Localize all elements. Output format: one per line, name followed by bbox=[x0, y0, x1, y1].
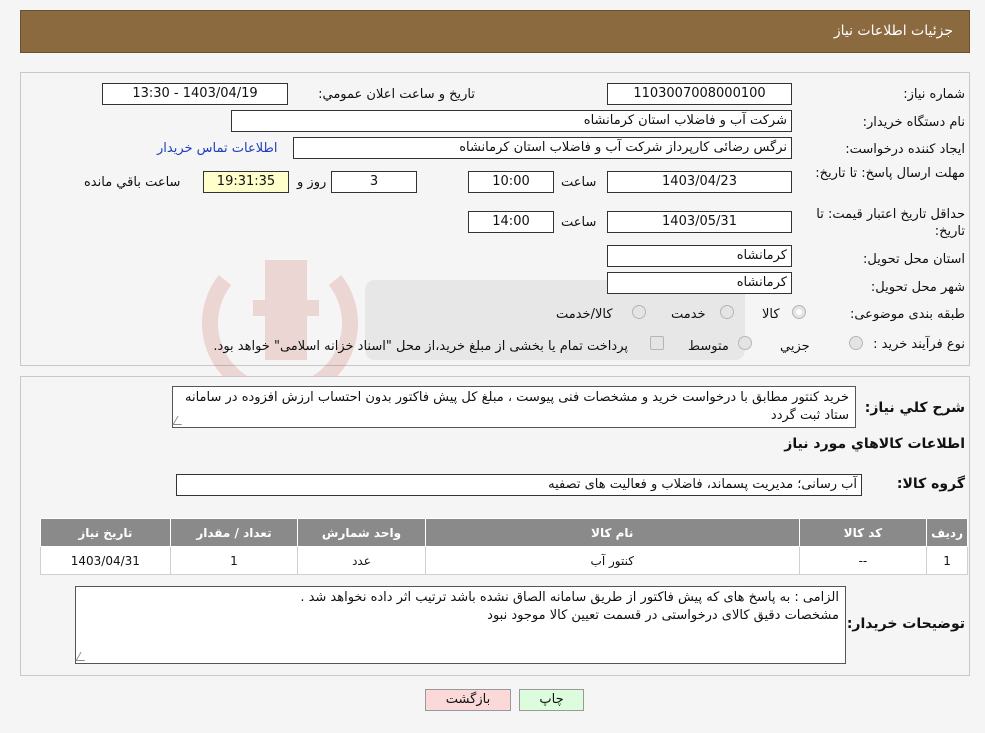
table-header-row: رديف کد کالا نام کالا واحد شمارش تعداد /… bbox=[40, 518, 968, 547]
remaining-time-label: ساعت باقي مانده bbox=[84, 175, 181, 190]
summary-label: شرح کلي نياز: bbox=[864, 400, 965, 416]
resize-grip-icon[interactable] bbox=[172, 416, 187, 425]
deadline-date-field: 1403/04/23 bbox=[607, 171, 792, 193]
category-goods-radio[interactable] bbox=[792, 305, 806, 319]
category-goods-service-radio[interactable] bbox=[632, 305, 646, 319]
deadline-label: مهلت ارسال پاسخ: تا تاريخ: bbox=[815, 166, 965, 181]
buyer-org-label: نام دستگاه خريدار: bbox=[862, 115, 965, 130]
summary-textarea[interactable]: خرید کنتور مطابق با درخواست خرید و مشخصا… bbox=[172, 386, 856, 428]
category-service-radio[interactable] bbox=[720, 305, 734, 319]
buyer-notes-line-2: مشخصات دقیق کالای درخواستی در قسمت تعیین… bbox=[487, 608, 839, 623]
print-button[interactable]: چاپ bbox=[519, 689, 584, 711]
category-goods-label: کالا bbox=[762, 307, 780, 322]
requester-label: ايجاد کننده درخواست: bbox=[845, 142, 965, 157]
province-label: استان محل تحويل: bbox=[863, 252, 965, 267]
item-code-cell: -- bbox=[798, 546, 928, 575]
back-button[interactable]: بازگشت bbox=[425, 689, 511, 711]
city-field: کرمانشاه bbox=[607, 272, 792, 294]
quantity-cell: 1 bbox=[169, 546, 299, 575]
purchase-medium-radio[interactable] bbox=[738, 336, 752, 350]
buyer-contact-link[interactable]: اطلاعات تماس خريدار bbox=[157, 141, 277, 156]
buyer-org-field: شرکت آب و فاضلاب استان کرمانشاه bbox=[231, 110, 792, 132]
buyer-notes-label: توضيحات خريدار: bbox=[846, 616, 965, 632]
goods-section-title: اطلاعات کالاهاي مورد نياز bbox=[784, 436, 965, 452]
purchase-minor-radio[interactable] bbox=[849, 336, 863, 350]
validity-label: حداقل تاريخ اعتبار قيمت: تا تاريخ: bbox=[816, 207, 965, 239]
items-table-wrapper: رديف کد کالا نام کالا واحد شمارش تعداد /… bbox=[40, 518, 968, 575]
deadline-time-field: 10:00 bbox=[468, 171, 554, 193]
page-header: جزئيات اطلاعات نياز bbox=[20, 10, 970, 53]
treasury-note: پرداخت تمام یا بخشی از مبلغ خرید،از محل … bbox=[213, 339, 628, 354]
validity-date-field: 1403/05/31 bbox=[607, 211, 792, 233]
category-goods-service-label: کالا/خدمت bbox=[556, 307, 613, 322]
city-label: شهر محل تحويل: bbox=[870, 280, 965, 295]
validity-time-field: 14:00 bbox=[468, 211, 554, 233]
goods-group-label: گروه کالا: bbox=[896, 476, 965, 492]
row-number-cell: 1 bbox=[926, 546, 968, 575]
need-number-label: شماره نياز: bbox=[903, 87, 965, 102]
deadline-days-field: 3 bbox=[331, 171, 417, 193]
validity-time-label: ساعت bbox=[561, 215, 597, 230]
remaining-time-field: 19:31:35 bbox=[203, 171, 289, 193]
treasury-checkbox[interactable] bbox=[650, 336, 664, 350]
buyer-notes-textarea[interactable]: الزامی : به پاسخ های که پیش فاکتور از طر… bbox=[75, 586, 846, 664]
deadline-days-label: روز و bbox=[297, 175, 327, 190]
col-qty-header: تعداد / مقدار bbox=[169, 518, 299, 547]
col-date-header: تاريخ نياز bbox=[40, 518, 171, 547]
province-field: کرمانشاه bbox=[607, 245, 792, 267]
requester-field: نرگس رضائی کارپرداز شرکت آب و فاضلاب است… bbox=[293, 137, 792, 159]
category-label: طبقه بندی موضوعی: bbox=[849, 307, 965, 322]
col-code-header: کد کالا bbox=[798, 518, 928, 547]
need-number-field: 1103007008000100 bbox=[607, 83, 792, 105]
resize-grip-icon[interactable] bbox=[75, 652, 90, 661]
announce-label: تاريخ و ساعت اعلان عمومي: bbox=[318, 87, 475, 102]
buyer-notes-line-1: الزامی : به پاسخ های که پیش فاکتور از طر… bbox=[300, 590, 839, 605]
item-name-cell: کنتور آب bbox=[424, 546, 800, 575]
col-name-header: نام کالا bbox=[424, 518, 800, 547]
need-date-cell: 1403/04/31 bbox=[40, 546, 171, 575]
items-table: رديف کد کالا نام کالا واحد شمارش تعداد /… bbox=[40, 518, 968, 575]
goods-group-field: آب رسانی؛ مدیریت پسماند، فاضلاب و فعالیت… bbox=[176, 474, 862, 496]
purchase-medium-label: متوسط bbox=[688, 339, 729, 354]
page-title: جزئيات اطلاعات نياز bbox=[833, 23, 953, 39]
deadline-time-label: ساعت bbox=[561, 175, 597, 190]
category-service-label: خدمت bbox=[671, 307, 706, 322]
unit-cell: عدد bbox=[297, 546, 426, 575]
summary-text: خرید کنتور مطابق با درخواست خرید و مشخصا… bbox=[185, 390, 849, 423]
announce-field: 1403/04/19 - 13:30 bbox=[102, 83, 288, 105]
purchase-type-label: نوع فرآيند خريد : bbox=[873, 337, 965, 352]
table-row: 1 -- کنتور آب عدد 1 1403/04/31 bbox=[40, 546, 968, 575]
col-unit-header: واحد شمارش bbox=[297, 518, 426, 547]
purchase-minor-label: جزيي bbox=[780, 339, 810, 354]
col-row-header: رديف bbox=[926, 518, 968, 547]
